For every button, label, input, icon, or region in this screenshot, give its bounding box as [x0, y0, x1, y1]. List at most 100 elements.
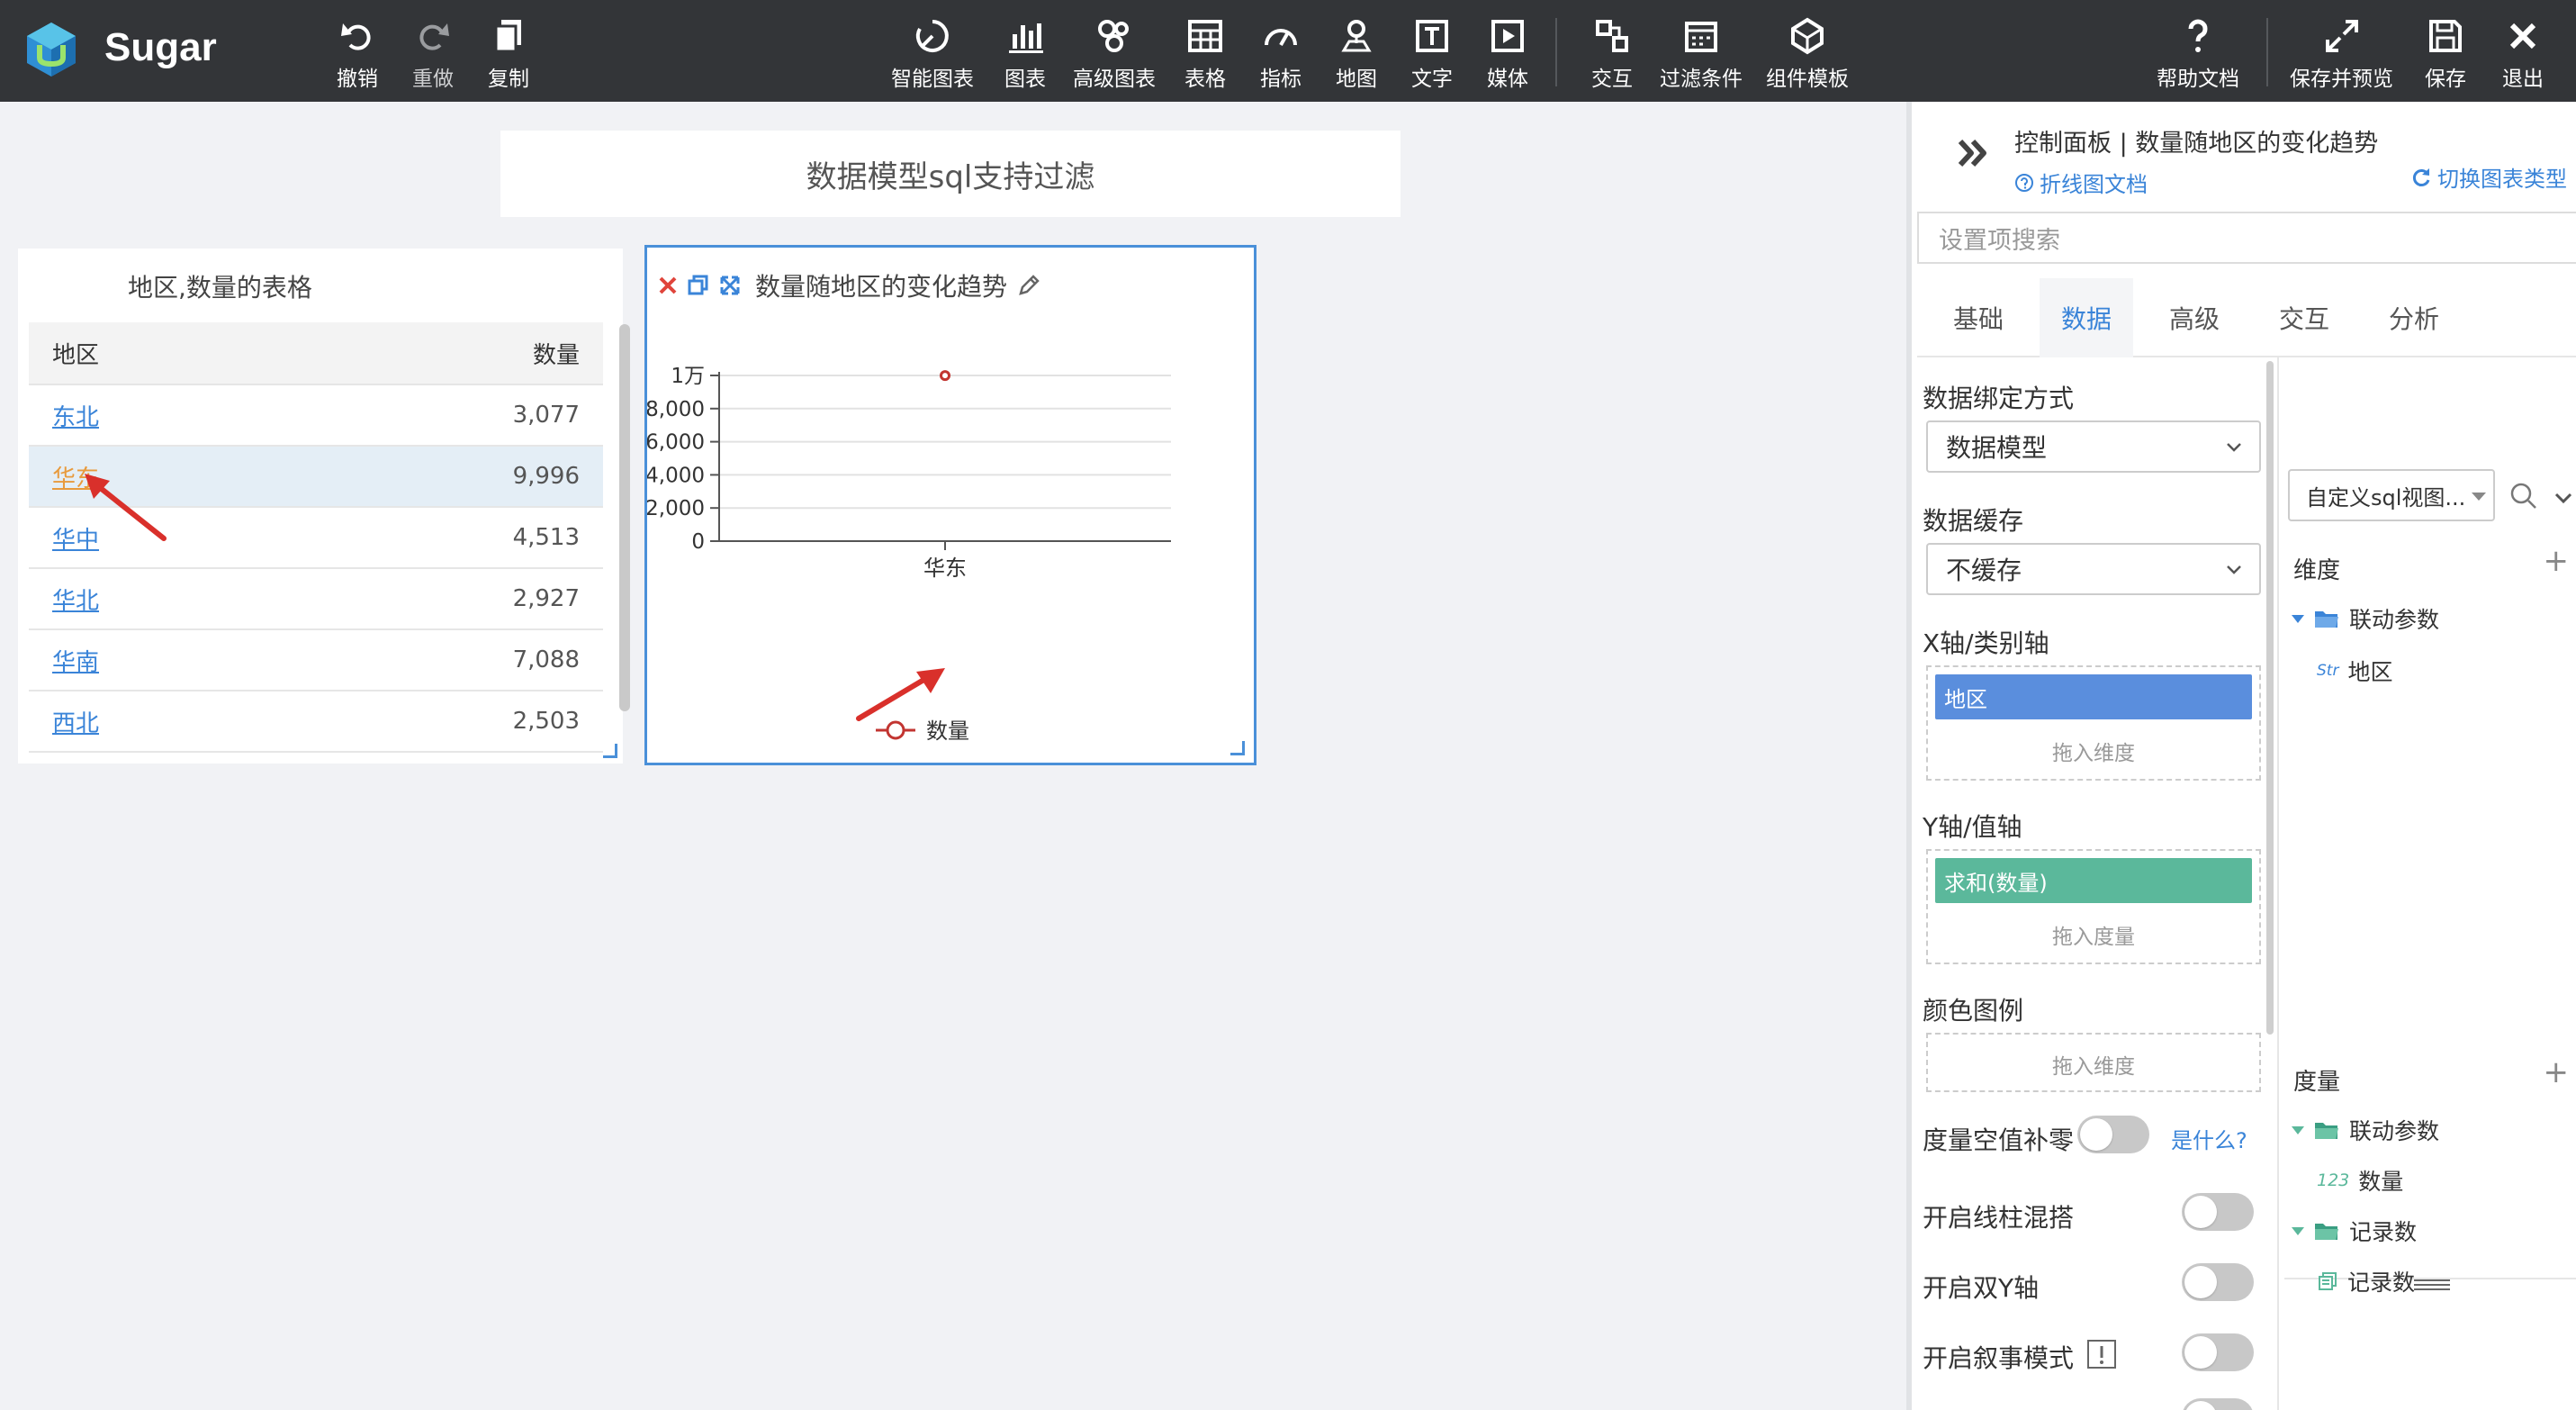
y-axis-field-pill[interactable]: 求和(数量) [1935, 858, 2252, 903]
mix-chart-toggle[interactable] [2182, 1193, 2254, 1231]
tab-label: 分析 [2388, 304, 2439, 334]
folder-label: 联动参数 [2349, 1118, 2440, 1144]
y-axis-dropzone[interactable]: 求和(数量) 拖入度量 [1926, 849, 2261, 964]
save-disk-icon [2429, 20, 2462, 52]
column-header-quantity[interactable]: 数量 [533, 337, 580, 370]
tab-label: 数据 [2060, 304, 2112, 334]
help-doc-button[interactable]: 帮助文档 [2157, 16, 2239, 92]
component-template-button[interactable]: 组件模板 [1766, 16, 1849, 92]
what-is-link[interactable]: 是什么? [2171, 1123, 2247, 1154]
map-pin-icon [1341, 20, 1372, 52]
tab-basic[interactable]: 基础 [1917, 278, 2040, 357]
smart-chart-button[interactable]: 智能图表 [891, 16, 974, 92]
save-button[interactable]: 保存 [2425, 16, 2466, 92]
measure-folder[interactable]: 联动参数 [2292, 1114, 2439, 1146]
save-preview-button[interactable]: 保存并预览 [2290, 16, 2393, 92]
table-header-row: 地区 数量 [29, 322, 603, 385]
add-measure-button[interactable]: + [2544, 1054, 2570, 1090]
dual-y-toggle[interactable] [2182, 1263, 2254, 1301]
table-scrollbar[interactable] [619, 324, 630, 711]
measure-field-item[interactable]: 123 数量 [2317, 1164, 2403, 1197]
add-dimension-button[interactable]: + [2544, 543, 2570, 579]
record-field-item[interactable]: 记录数 [2317, 1265, 2415, 1297]
redo-label: 重做 [412, 68, 454, 91]
tab-advanced[interactable]: 高级 [2133, 278, 2256, 357]
settings-search-input[interactable]: 设置项搜索 [1917, 212, 2576, 264]
dimension-field-item[interactable]: Str 地区 [2317, 655, 2392, 687]
switch-chart-type-link[interactable]: 切换图表类型 [2410, 161, 2567, 193]
zero-fill-toggle[interactable] [2077, 1116, 2149, 1153]
undo-button[interactable]: 撤销 [337, 16, 378, 92]
y-tick-label: 1万 [671, 365, 705, 388]
fullscreen-icon[interactable] [719, 275, 741, 296]
search-icon[interactable] [2509, 482, 2538, 511]
tab-data[interactable]: 数据 [2040, 278, 2133, 357]
dimension-title: 维度 [2293, 557, 2341, 584]
info-exclamation-icon[interactable] [2086, 1339, 2117, 1369]
text-label: 文字 [1411, 68, 1453, 91]
binding-mode-select[interactable]: 数据模型 [1926, 420, 2261, 473]
resize-handle[interactable] [1230, 741, 1245, 755]
redo-button[interactable]: 重做 [412, 16, 454, 92]
chevron-down-icon[interactable] [2553, 487, 2574, 509]
resize-handle[interactable] [603, 744, 617, 758]
text-button[interactable]: 文字 [1411, 16, 1453, 92]
interaction-label: 交互 [1591, 68, 1633, 91]
color-legend-dropzone[interactable]: 拖入维度 [1926, 1033, 2261, 1092]
data-point [940, 370, 950, 382]
x-axis-dropzone[interactable]: 地区 拖入维度 [1926, 665, 2261, 781]
x-drop-hint: 拖入维度 [2052, 742, 2135, 765]
chart-button[interactable]: 图表 [1004, 16, 1046, 92]
copy-label: 复制 [488, 68, 529, 91]
media-button[interactable]: 媒体 [1487, 16, 1528, 92]
line-chart-component[interactable]: 0 2,000 4,000 6,000 8,000 1万 华东 数量 数量随地区的变化趋势 [644, 245, 1256, 765]
x-axis-field-pill[interactable]: 地区 [1935, 674, 2252, 719]
duplicate-icon[interactable] [687, 274, 710, 297]
exit-button[interactable]: 退出 [2502, 16, 2544, 92]
dropdown-triangle-icon [2472, 493, 2486, 501]
close-icon [2509, 23, 2536, 50]
table-row: 东北 3,077 [29, 385, 603, 447]
tab-analysis[interactable]: 分析 [2353, 278, 2475, 357]
smart-chart-icon [915, 20, 949, 52]
filter-calendar-icon [1685, 22, 1717, 52]
folder-label: 联动参数 [2349, 607, 2440, 633]
datasource-select[interactable]: 自定义sql视图... [2288, 469, 2495, 521]
data-config-column: 数据绑定方式 数据模型 数据缓存 不缓存 X轴/类别轴 地区 拖入维度 Y轴/值… [1917, 357, 2263, 1410]
tab-interaction[interactable]: 交互 [2256, 278, 2353, 357]
copy-button[interactable]: 复制 [488, 16, 529, 92]
map-button[interactable]: 地图 [1336, 16, 1377, 92]
column-header-region[interactable]: 地区 [52, 337, 99, 370]
region-link[interactable]: 华北 [52, 583, 99, 616]
filter-button[interactable]: 过滤条件 [1660, 16, 1743, 92]
record-folder[interactable]: 记录数 [2292, 1215, 2417, 1247]
line-chart: 02,0004,0006,0008,0001万华东数量 [647, 365, 1171, 744]
extra-toggle[interactable] [2182, 1398, 2254, 1410]
region-link[interactable]: 东北 [52, 399, 99, 432]
drag-handle-icon[interactable] [2414, 1279, 2450, 1290]
dimension-folder[interactable]: 联动参数 [2292, 602, 2439, 635]
fields-column: 自定义sql视图... 维度 + 联动参数 Str 地区 度量 + 联动参数 1… [2277, 357, 2576, 1410]
collapse-panel-icon[interactable] [1953, 132, 1995, 174]
indicator-label: 指标 [1260, 68, 1302, 91]
edit-pencil-icon[interactable] [1016, 273, 1041, 298]
table-button[interactable]: 表格 [1184, 16, 1226, 92]
delete-icon[interactable] [658, 276, 678, 295]
annotation-arrow-icon [85, 474, 167, 541]
annotation-arrow-icon [856, 668, 945, 721]
table-row: 西北 2,503 [29, 691, 603, 753]
interaction-button[interactable]: 交互 [1591, 16, 1633, 92]
narrative-toggle[interactable] [2182, 1333, 2254, 1371]
y-tick-label: 0 [691, 530, 705, 554]
region-link[interactable]: 西北 [52, 705, 99, 738]
x-axis-label: X轴/类别轴 [1923, 628, 2049, 658]
config-scrollbar[interactable] [2266, 361, 2274, 1035]
save-label: 保存 [2425, 68, 2466, 91]
indicator-button[interactable]: 指标 [1260, 16, 1302, 92]
region-link[interactable]: 华南 [52, 644, 99, 677]
line-chart-doc-link[interactable]: 折线图文档 [2014, 167, 2148, 198]
expand-icon [2325, 20, 2358, 52]
page-title-component[interactable]: 数据模型sql支持过滤 [500, 131, 1401, 217]
cache-select[interactable]: 不缓存 [1926, 543, 2261, 595]
advanced-chart-button[interactable]: 高级图表 [1073, 16, 1156, 92]
